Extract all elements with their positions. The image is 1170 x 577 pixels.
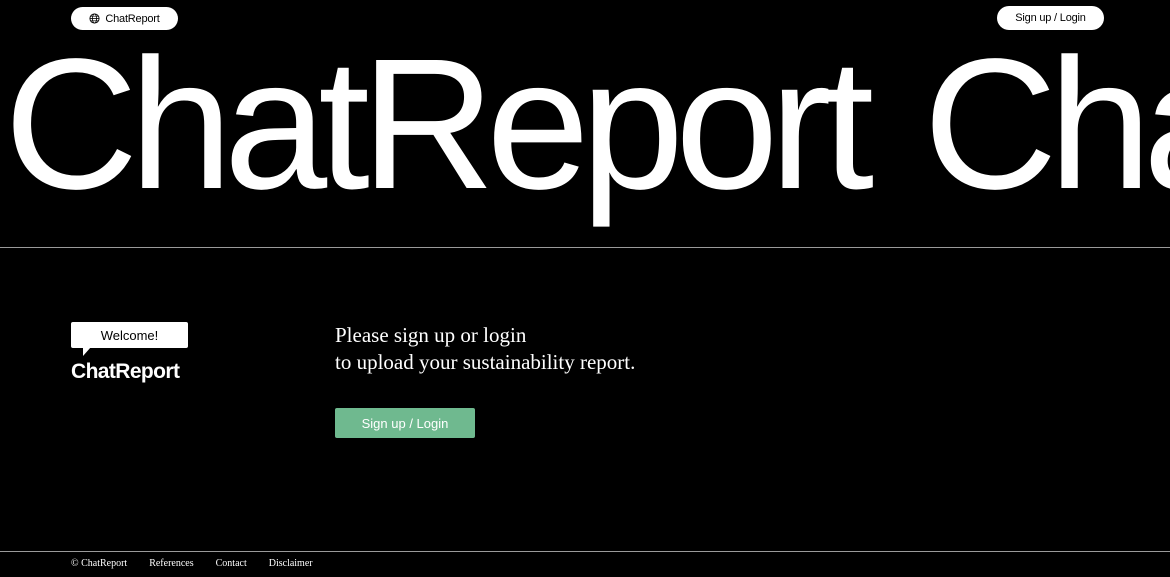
signup-login-button[interactable]: Sign up / Login (335, 408, 475, 438)
page: ChatReport Sign up / Login ChatReport Ch… (0, 0, 1170, 577)
prompt-line-2: to upload your sustainability report. (335, 350, 636, 374)
header-login-button[interactable]: Sign up / Login (997, 6, 1104, 30)
hero-track: ChatReport ChatReport (4, 30, 1170, 218)
footer: © ChatReport References Contact Disclaim… (71, 558, 313, 569)
speech-bubble-tail-icon (83, 347, 91, 356)
logo-text: ChatReport (71, 360, 180, 383)
login-prompt: Please sign up or login to upload your s… (335, 322, 635, 376)
prompt-line-1: Please sign up or login (335, 323, 527, 347)
footer-divider (0, 551, 1170, 552)
brand-label: ChatReport (105, 12, 160, 25)
hero-marquee: ChatReport ChatReport (0, 30, 1170, 247)
hero-divider (0, 247, 1170, 248)
footer-copyright: © ChatReport (71, 558, 128, 569)
footer-link-contact[interactable]: Contact (216, 558, 247, 569)
globe-icon (89, 13, 100, 24)
home-brand-button[interactable]: ChatReport (71, 7, 178, 30)
footer-link-references[interactable]: References (149, 558, 193, 569)
hero-word-repeat: ChatReport (923, 30, 1170, 228)
hero-word: ChatReport (4, 30, 874, 228)
welcome-bubble: Welcome! (71, 322, 188, 348)
footer-link-disclaimer[interactable]: Disclaimer (269, 558, 313, 569)
